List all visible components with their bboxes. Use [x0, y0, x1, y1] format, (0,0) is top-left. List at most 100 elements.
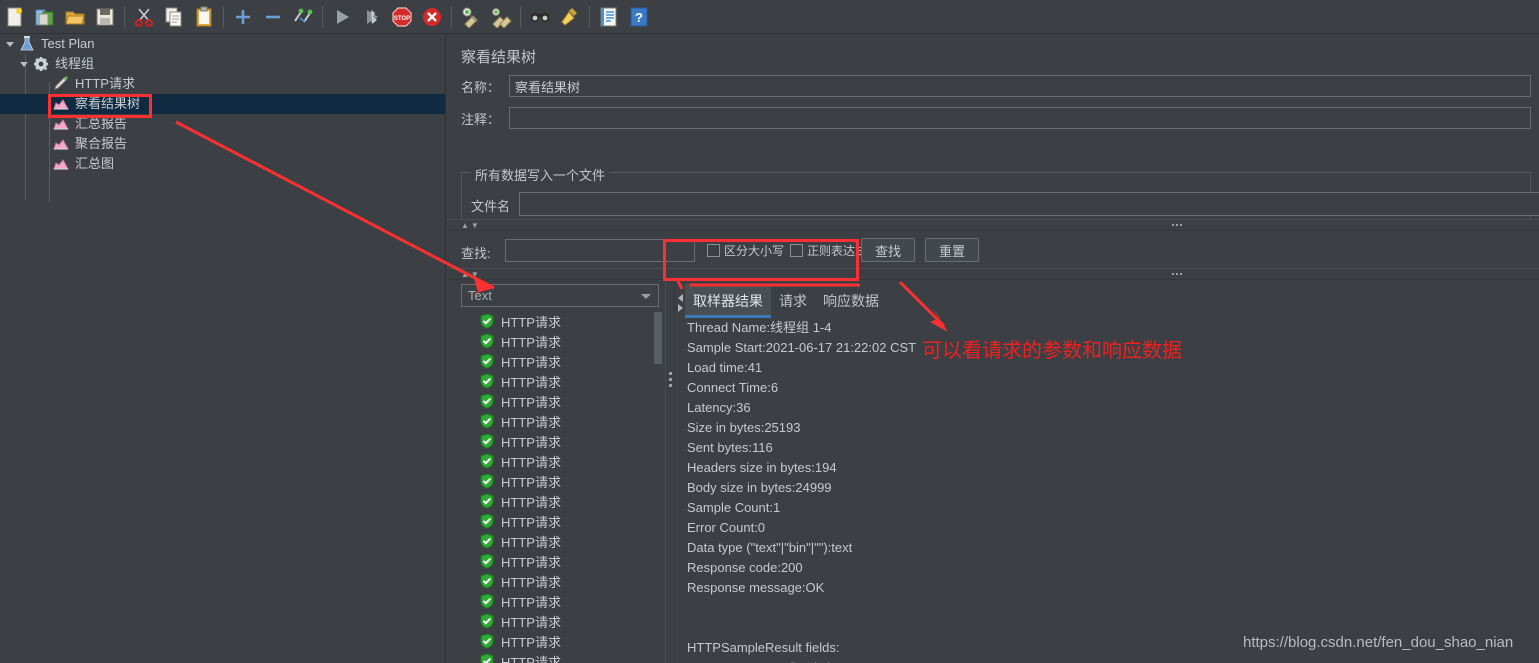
- search-bar: 查找: 区分大小写 正则表达式 查找 重置: [447, 233, 1539, 269]
- shutdown-icon[interactable]: [417, 2, 447, 32]
- cut-icon[interactable]: [129, 2, 159, 32]
- clear-icon[interactable]: [456, 2, 486, 32]
- sample-result-row[interactable]: HTTP请求: [461, 551, 659, 571]
- sample-result-row[interactable]: HTTP请求: [461, 531, 659, 551]
- expand-all-icon[interactable]: [228, 2, 258, 32]
- success-shield-icon: [479, 433, 495, 449]
- search-input[interactable]: [505, 239, 695, 262]
- templates-icon[interactable]: [30, 2, 60, 32]
- tab-response-data[interactable]: 响应数据: [815, 284, 887, 318]
- test-plan-icon: [18, 36, 36, 52]
- vertical-splitter[interactable]: [665, 282, 675, 663]
- tree-item-summary-report[interactable]: 汇总报告: [0, 114, 445, 134]
- sample-result-row[interactable]: HTTP请求: [461, 451, 659, 471]
- tree-item-test-plan[interactable]: Test Plan: [0, 34, 445, 54]
- tree-item-aggregate-graph[interactable]: 汇总图: [0, 154, 445, 174]
- open-icon[interactable]: [60, 2, 90, 32]
- search-icon[interactable]: [525, 2, 555, 32]
- toolbar-separator: [451, 5, 452, 28]
- sample-result-row[interactable]: HTTP请求: [461, 311, 659, 331]
- sample-result-label: HTTP请求: [501, 394, 561, 410]
- sample-result-row[interactable]: HTTP请求: [461, 591, 659, 611]
- case-sensitive-label: 区分大小写: [724, 244, 785, 258]
- listener-icon: [52, 156, 70, 172]
- success-shield-icon: [479, 473, 495, 489]
- comment-input[interactable]: [509, 107, 1531, 129]
- tab-request[interactable]: 请求: [771, 284, 815, 318]
- tree-item-http-request[interactable]: HTTP请求: [0, 74, 445, 94]
- tab-scroll-arrows[interactable]: [675, 286, 685, 320]
- tree-item-aggregate-report[interactable]: 聚合报告: [0, 134, 445, 154]
- checkbox-box[interactable]: [790, 244, 803, 257]
- horizontal-splitter-top[interactable]: ▲▼: [447, 219, 1539, 231]
- chevron-down-icon[interactable]: [18, 58, 30, 70]
- jmeter-window: STOP ? Test Plan 线程组 HTTP请求 察看结果树 汇总报告 聚…: [0, 0, 1539, 663]
- horizontal-splitter-bottom[interactable]: ▲▼: [447, 268, 1539, 280]
- tree-item-label: 汇总报告: [75, 116, 128, 131]
- splitter-arrows-icon[interactable]: ▲▼: [461, 221, 481, 231]
- name-input[interactable]: [509, 75, 1531, 97]
- sample-result-row[interactable]: HTTP请求: [461, 331, 659, 351]
- test-plan-tree[interactable]: Test Plan 线程组 HTTP请求 察看结果树 汇总报告 聚合报告 汇总图: [0, 34, 446, 663]
- sample-result-row[interactable]: HTTP请求: [461, 411, 659, 431]
- chevron-right-icon[interactable]: [677, 304, 683, 312]
- sample-result-row[interactable]: HTTP请求: [461, 511, 659, 531]
- sample-result-row[interactable]: HTTP请求: [461, 631, 659, 651]
- success-shield-icon: [479, 613, 495, 629]
- find-button[interactable]: 查找: [861, 238, 915, 262]
- sample-result-row[interactable]: HTTP请求: [461, 651, 659, 663]
- reset-button[interactable]: 重置: [925, 238, 979, 262]
- case-sensitive-checkbox[interactable]: 区分大小写: [707, 242, 784, 259]
- sample-result-row[interactable]: HTTP请求: [461, 351, 659, 371]
- listener-icon: [52, 96, 70, 112]
- start-icon[interactable]: [327, 2, 357, 32]
- sample-result-row[interactable]: HTTP请求: [461, 431, 659, 451]
- chevron-down-icon[interactable]: [4, 38, 16, 50]
- sample-result-row[interactable]: HTTP请求: [461, 571, 659, 591]
- start-no-pauses-icon[interactable]: [357, 2, 387, 32]
- reset-search-icon[interactable]: [555, 2, 585, 32]
- clear-all-icon[interactable]: [486, 2, 516, 32]
- render-type-value: Text: [468, 288, 492, 303]
- comment-label: 注释：: [461, 111, 501, 127]
- chevron-down-icon[interactable]: [641, 294, 651, 299]
- success-shield-icon: [479, 393, 495, 409]
- sample-result-list[interactable]: HTTP请求 HTTP请求 HTTP请求 HTTP请求 HTTP请求 HTTP请求 HTTP…: [461, 311, 659, 663]
- new-icon[interactable]: [0, 2, 30, 32]
- sample-result-label: HTTP请求: [501, 314, 561, 330]
- sample-result-label: HTTP请求: [501, 514, 561, 530]
- name-row: 名称：: [461, 75, 1531, 97]
- sample-result-row[interactable]: HTTP请求: [461, 471, 659, 491]
- name-label: 名称：: [461, 79, 501, 95]
- chevron-left-icon[interactable]: [677, 294, 683, 302]
- splitter-arrows-icon[interactable]: ▲▼: [461, 270, 481, 280]
- success-shield-icon: [479, 533, 495, 549]
- result-tabs[interactable]: 取样器结果 请求 响应数据: [685, 284, 887, 318]
- collapse-all-icon[interactable]: [258, 2, 288, 32]
- success-shield-icon: [479, 593, 495, 609]
- regex-checkbox[interactable]: 正则表达式: [790, 242, 867, 259]
- toggle-icon[interactable]: [288, 2, 318, 32]
- copy-icon[interactable]: [159, 2, 189, 32]
- sample-result-label: HTTP请求: [501, 494, 561, 510]
- save-icon[interactable]: [90, 2, 120, 32]
- stop-icon[interactable]: STOP: [387, 2, 417, 32]
- filename-input[interactable]: [519, 192, 1539, 216]
- checkbox-box[interactable]: [707, 244, 720, 257]
- tree-item-view-results-tree[interactable]: 察看结果树: [0, 94, 445, 114]
- list-scrollbar-thumb[interactable]: [654, 312, 662, 364]
- tree-item-thread-group[interactable]: 线程组: [0, 54, 445, 74]
- vertical-splitter-lower-grip[interactable]: [665, 637, 675, 663]
- sample-result-row[interactable]: HTTP请求: [461, 611, 659, 631]
- sample-result-label: HTTP请求: [501, 654, 561, 663]
- success-shield-icon: [479, 373, 495, 389]
- sample-result-row[interactable]: HTTP请求: [461, 371, 659, 391]
- tab-sampler-result[interactable]: 取样器结果: [685, 284, 771, 318]
- help-icon[interactable]: ?: [624, 2, 654, 32]
- sample-result-row[interactable]: HTTP请求: [461, 491, 659, 511]
- function-helper-icon[interactable]: [594, 2, 624, 32]
- sample-result-row[interactable]: HTTP请求: [461, 391, 659, 411]
- success-shield-icon: [479, 553, 495, 569]
- paste-icon[interactable]: [189, 2, 219, 32]
- render-type-select[interactable]: Text: [461, 284, 659, 307]
